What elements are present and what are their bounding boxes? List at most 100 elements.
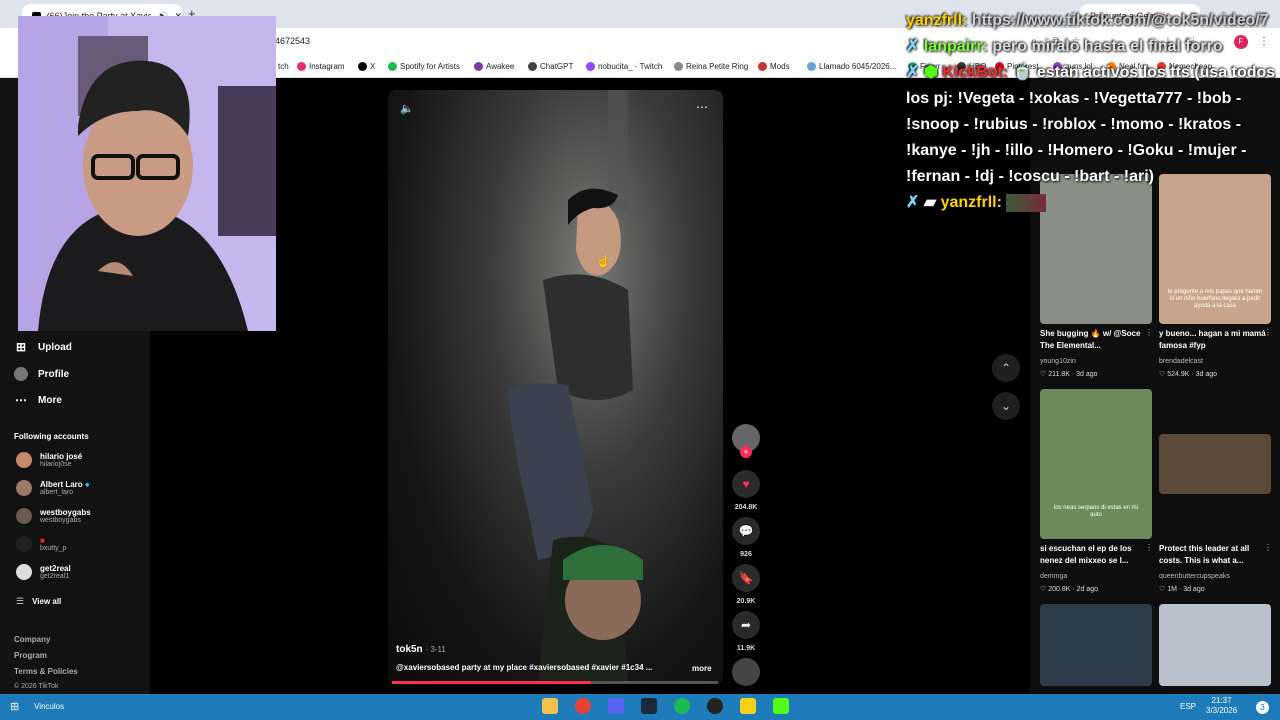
bookmark-label: Llamado 6045/2026... xyxy=(819,62,897,71)
creator-avatar-follow[interactable]: + xyxy=(732,424,760,458)
more-options-icon[interactable]: ⋮ xyxy=(1145,543,1153,552)
taskbar-links-toolbar[interactable]: Vinculos xyxy=(34,702,64,711)
chevron-up-icon: ⌃ xyxy=(1000,361,1012,375)
recommended-video-title[interactable]: si escuchan el ep de los nenez del mixxe… xyxy=(1040,543,1152,567)
view-all-link[interactable]: ☰ View all xyxy=(16,596,61,607)
bookmark-item[interactable]: Awakee xyxy=(474,62,514,71)
file-explorer-icon[interactable] xyxy=(542,698,558,714)
language-indicator[interactable]: ESP xyxy=(1180,702,1196,711)
avatar xyxy=(16,536,32,552)
comment-icon: 💬 xyxy=(732,517,760,545)
follow-plus-icon[interactable]: + xyxy=(740,446,752,458)
stream-chat-overlay: yanzfrll: https://www.tiktok.com/@tok5n/… xyxy=(906,8,1278,216)
nav-more-label: More xyxy=(38,394,62,406)
like-count: 1M xyxy=(1167,586,1177,593)
bookmark-favicon-icon xyxy=(297,62,306,71)
following-account[interactable]: hilario josé hilarioj0se xyxy=(16,452,82,468)
footer-terms[interactable]: Terms & Policies xyxy=(14,667,78,676)
bookmark-item[interactable]: ChatGPT xyxy=(528,62,573,71)
bookmark-favicon-icon xyxy=(807,62,816,71)
recommended-video-stats: ♡ 524.9K · 3d ago xyxy=(1159,370,1217,378)
mouse-cursor-icon: ☝ xyxy=(596,254,611,268)
sword-badge-icon: ✗ xyxy=(906,38,924,55)
recommended-video-thumbnail[interactable] xyxy=(1040,604,1152,686)
recommended-video-author[interactable]: brendadelcast xyxy=(1159,358,1203,365)
video-progress-fill xyxy=(392,681,591,684)
footer-company[interactable]: Company xyxy=(14,635,50,644)
share-arrow-icon: ➦ xyxy=(732,611,760,639)
plus-square-icon: ⊞ xyxy=(15,340,27,354)
footer-program[interactable]: Program xyxy=(14,651,47,660)
nav-profile[interactable]: Profile xyxy=(14,367,69,381)
recommended-video-thumbnail[interactable] xyxy=(1159,604,1271,686)
discord-icon[interactable] xyxy=(608,698,624,714)
bookmark-icon: 🔖 xyxy=(732,564,760,592)
url-text[interactable]: 4672543 xyxy=(275,36,310,46)
avatar xyxy=(16,508,32,524)
bookmark-item[interactable]: Instagram xyxy=(297,62,345,71)
sticky-notes-icon[interactable] xyxy=(740,698,756,714)
recommended-video-title[interactable]: Protect this leader at all costs. This i… xyxy=(1159,543,1271,567)
more-options-icon[interactable]: ⋮ xyxy=(1264,543,1272,552)
bookmark-favicon-icon xyxy=(388,62,397,71)
recommended-video-thumbnail[interactable] xyxy=(1159,434,1271,494)
recommended-video-author[interactable]: queenbuttercupspeaks xyxy=(1159,573,1230,580)
more-options-icon[interactable]: ⋮ xyxy=(1264,328,1272,337)
nav-more[interactable]: ⋯ More xyxy=(14,393,62,407)
save-button[interactable]: 🔖 20.9K xyxy=(732,564,760,605)
kick-icon[interactable] xyxy=(773,698,789,714)
video-player[interactable] xyxy=(388,90,723,684)
nav-profile-label: Profile xyxy=(38,368,70,380)
recommended-video-author[interactable]: young10zin xyxy=(1040,358,1076,365)
following-account[interactable]: ■ bxutty_p xyxy=(16,536,66,552)
emote-icon: 🍵 xyxy=(1012,64,1037,81)
bookmark-item[interactable]: nobucita_ - Twitch xyxy=(586,62,662,71)
recommended-video-author[interactable]: demmga xyxy=(1040,573,1067,580)
thumbnail-overlay-text: los neas serpaos di estas en mi auto xyxy=(1053,505,1139,518)
following-account[interactable]: get2real get2real1 xyxy=(16,564,71,580)
windows-start-icon[interactable]: ⊞ xyxy=(10,700,19,713)
music-disc-button[interactable] xyxy=(732,658,760,686)
video-author[interactable]: tok5n · 3-11 xyxy=(396,644,446,655)
bookmark-label: Awakee xyxy=(486,62,515,71)
bookmark-item[interactable]: X xyxy=(358,62,375,71)
bookmark-item[interactable]: Mods xyxy=(758,62,790,71)
notification-badge[interactable]: 3 xyxy=(1256,701,1269,714)
chrome-icon[interactable] xyxy=(575,698,591,714)
bookmark-item[interactable]: Reina Petite Ring xyxy=(674,62,748,71)
comment-button[interactable]: 💬 926 xyxy=(732,517,760,558)
recommended-video-title[interactable]: y bueno... hagan a mi mamá famosa #fyp xyxy=(1159,328,1271,352)
caption-more-link[interactable]: more xyxy=(692,664,712,673)
obs-icon[interactable] xyxy=(707,698,723,714)
next-video-button[interactable]: ⌄ xyxy=(992,392,1020,420)
recommended-video-stats: ♡ 200.8K · 2d ago xyxy=(1040,585,1098,593)
heart-outline-icon: ♡ xyxy=(1159,371,1168,378)
previous-video-button[interactable]: ⌃ xyxy=(992,354,1020,382)
nav-upload[interactable]: ⊞ Upload xyxy=(14,340,72,354)
spotify-icon[interactable] xyxy=(674,698,690,714)
avatar xyxy=(16,564,32,580)
bookmark-item[interactable]: Llamado 6045/2026... xyxy=(807,62,896,71)
more-options-icon[interactable]: ⋮ xyxy=(1145,328,1153,337)
recommended-video-stats: ♡ 211.8K · 3d ago xyxy=(1040,370,1098,378)
bookmark-favicon-icon xyxy=(358,62,367,71)
chat-message: ✗ ⬢ KickBot: 🍵 están activos los tts (us… xyxy=(906,64,1276,185)
posted-ago: 3d ago xyxy=(1195,371,1218,378)
bookmark-item[interactable]: Spotify for Artists xyxy=(388,62,460,71)
video-more-options-icon[interactable]: ⋯ xyxy=(696,100,708,114)
heart-outline-icon: ♡ xyxy=(1040,371,1049,378)
recommended-video-title[interactable]: She bugging 🔥 w/ @Soce The Elemental... xyxy=(1040,328,1152,352)
share-button[interactable]: ➦ 11.9K xyxy=(732,611,760,652)
taskbar-clock[interactable]: 21:37 3/3/2026 xyxy=(1206,696,1237,716)
heart-outline-icon: ♡ xyxy=(1040,586,1049,593)
nav-upload-label: Upload xyxy=(38,341,72,353)
mute-icon[interactable]: 🔈 xyxy=(400,102,414,115)
recommended-video-thumbnail[interactable]: los neas serpaos di estas en mi auto xyxy=(1040,389,1152,539)
red-emoji-icon: ■ xyxy=(40,536,45,545)
following-account[interactable]: westboygabs westboygabs xyxy=(16,508,91,524)
like-button[interactable]: ♥ 204.8K xyxy=(732,470,760,511)
bookmark-item[interactable]: tch xyxy=(278,62,289,71)
following-account[interactable]: Albert Laro ● albert_laro xyxy=(16,480,90,496)
bookmark-label: Reina Petite Ring xyxy=(686,62,749,71)
steam-icon[interactable] xyxy=(641,698,657,714)
